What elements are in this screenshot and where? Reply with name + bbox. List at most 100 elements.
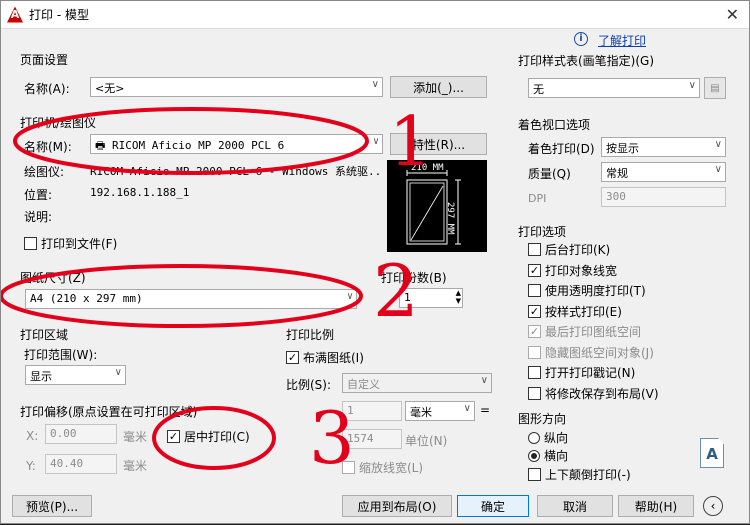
fit-to-paper-label: 布满图纸(I) [303, 351, 364, 365]
page-setup-name-value: <无> [95, 82, 125, 95]
fit-to-paper-checkbox[interactable]: ✓ 布满图纸(I) [286, 349, 364, 366]
edit-style-table-icon[interactable]: ▤ [704, 77, 726, 99]
window-title: 打印 - 模型 [29, 8, 89, 22]
plotter-value: RICOM Aficio MP 2000 PCL 6 - Windows 系统驱… [90, 165, 380, 178]
print-range-value: 显示 [30, 370, 52, 383]
scale-unit-select[interactable]: 毫米 ∨ [405, 401, 475, 421]
plot-option-label: 最后打印图纸空间 [545, 325, 642, 339]
page-setup-group-label: 页面设置 [20, 53, 69, 67]
paper-height-dim: 297 MM [445, 202, 455, 235]
printer-group-label: 打印机/绘图仪 [20, 116, 97, 130]
scale-unit-value: 毫米 [410, 406, 432, 419]
plot-option-checkbox[interactable]: 将修改保存到布局(V) [528, 385, 659, 402]
plot-option-checkbox[interactable]: 使用透明度打印(T) [528, 282, 646, 299]
landscape-label: 横向 [544, 449, 569, 463]
printer-name-select[interactable]: 🖶 RICOM Aficio MP 2000 PCL 6 ∨ [90, 134, 383, 154]
spinner-arrows-icon[interactable]: ▲ ▼ [456, 289, 461, 305]
title-bar: A 打印 - 模型 ✕ [1, 1, 749, 29]
printer-icon: 🖶 [95, 139, 113, 152]
checkbox-box [528, 386, 541, 400]
info-icon: i [574, 32, 588, 46]
print-range-select[interactable]: 显示 ∨ [25, 365, 126, 385]
shade-plot-select[interactable]: 按显示 ∨ [601, 137, 726, 157]
plot-style-table-select[interactable]: 无 ∨ [528, 78, 700, 98]
scale-value: 自定义 [347, 378, 380, 391]
checkbox-box [528, 366, 541, 379]
collapse-arrow-icon[interactable]: ‹ [703, 496, 723, 516]
plot-style-table-value: 无 [533, 83, 544, 96]
offset-y-input[interactable]: 40.40 [45, 454, 117, 474]
chevron-down-icon: ∨ [480, 375, 488, 386]
print-range-label: 打印范围(W): [24, 348, 98, 362]
upside-down-label: 上下颠倒打印(-) [545, 468, 631, 482]
plot-option-checkbox[interactable]: 打开打印戳记(N) [528, 364, 635, 381]
help-button[interactable]: 帮助(H) [618, 495, 694, 517]
description-label: 说明: [24, 210, 53, 224]
printer-name-label: 名称(M): [24, 140, 72, 154]
checkbox-box [528, 468, 541, 481]
chevron-down-icon: ∨ [346, 291, 353, 302]
print-to-file-label: 打印到文件(F) [41, 237, 118, 251]
plot-option-label: 使用透明度打印(T) [545, 284, 646, 298]
plot-option-label: 隐藏图纸空间对象(J) [545, 345, 654, 360]
orientation-page-icon: A [700, 438, 724, 468]
chevron-down-icon: ∨ [714, 139, 722, 150]
offset-x-input[interactable]: 0.00 [45, 424, 117, 444]
checkmark-icon: ✓ [528, 304, 541, 318]
equals-sign: = [480, 403, 491, 417]
annotation-number-3: 3 [309, 396, 355, 480]
cancel-button[interactable]: 取消 [537, 495, 613, 517]
upside-down-checkbox[interactable]: 上下颠倒打印(-) [528, 466, 631, 483]
scale-lineweights-label: 缩放线宽(L) [359, 461, 424, 475]
plot-scale-group-label: 打印比例 [286, 328, 335, 342]
center-plot-checkbox[interactable]: ✓ 居中打印(C) [167, 428, 250, 445]
chevron-down-icon: ∨ [371, 79, 379, 90]
page-setup-name-label: 名称(A): [24, 82, 70, 96]
plot-option-label: 按样式打印(E) [545, 304, 622, 319]
shaded-viewport-group-label: 着色视口选项 [518, 118, 591, 132]
chevron-down-icon: ∨ [372, 136, 379, 147]
learn-print-link[interactable]: 了解打印 [598, 32, 646, 49]
checkmark-icon: ✓ [167, 430, 180, 443]
landscape-radio[interactable]: 横向 [528, 447, 568, 464]
printer-name-value: RICOM Aficio MP 2000 PCL 6 [112, 139, 285, 152]
shade-plot-label: 着色打印(D) [528, 142, 595, 156]
plot-option-checkbox[interactable]: 后台打印(K) [528, 241, 610, 258]
dpi-input[interactable]: 300 [601, 187, 726, 207]
portrait-radio[interactable]: 纵向 [528, 429, 568, 446]
radio-dot [528, 449, 540, 462]
checkbox-box [528, 284, 541, 297]
plot-option-label: 后台打印(K) [545, 243, 611, 257]
plot-option-checkbox[interactable]: 隐藏图纸空间对象(J) [528, 344, 654, 361]
scale-label: 比例(S): [286, 378, 332, 392]
chevron-down-icon: ∨ [114, 367, 122, 378]
portrait-label: 纵向 [544, 431, 569, 445]
preview-button[interactable]: 预览(P)... [12, 495, 92, 517]
ok-button[interactable]: 确定 [457, 495, 529, 517]
page-setup-name-select[interactable]: <无> ∨ [90, 77, 383, 97]
chevron-down-icon: ∨ [714, 164, 722, 175]
add-page-setup-button[interactable]: 添加(_)... [390, 76, 487, 98]
plot-option-checkbox[interactable]: ✓ 按样式打印(E) [528, 303, 622, 320]
plot-option-checkbox[interactable]: ✓ 打印对象线宽 [528, 262, 617, 279]
print-area-group-label: 打印区域 [20, 328, 69, 342]
scale-select[interactable]: 自定义 ∨ [342, 373, 492, 393]
checkmark-icon: ✓ [286, 351, 299, 364]
checkbox-box [24, 237, 37, 250]
quality-label: 质量(Q) [528, 167, 571, 181]
plotter-label: 绘图仪: [24, 165, 65, 179]
paper-size-select[interactable]: A4 (210 x 297 mm) ∨ [25, 289, 357, 309]
offset-x-unit: 毫米 [123, 430, 148, 444]
scale-unit2-label: 单位(N) [405, 434, 448, 448]
checkmark-icon: ✓ [528, 263, 541, 277]
print-to-file-checkbox[interactable]: 打印到文件(F) [24, 235, 117, 252]
offset-y-unit: 毫米 [123, 459, 148, 473]
plot-option-checkbox[interactable]: ✓ 最后打印图纸空间 [528, 323, 641, 340]
apply-to-layout-button[interactable]: 应用到布局(O) [342, 495, 452, 517]
plot-style-table-group-label: 打印样式表(画笔指定)(G) [518, 54, 655, 68]
radio-dot [528, 431, 540, 444]
checkmark-icon: ✓ [528, 325, 541, 338]
autocad-logo-icon: A [7, 6, 23, 23]
quality-select[interactable]: 常规 ∨ [601, 162, 726, 182]
close-icon[interactable]: ✕ [726, 5, 739, 24]
